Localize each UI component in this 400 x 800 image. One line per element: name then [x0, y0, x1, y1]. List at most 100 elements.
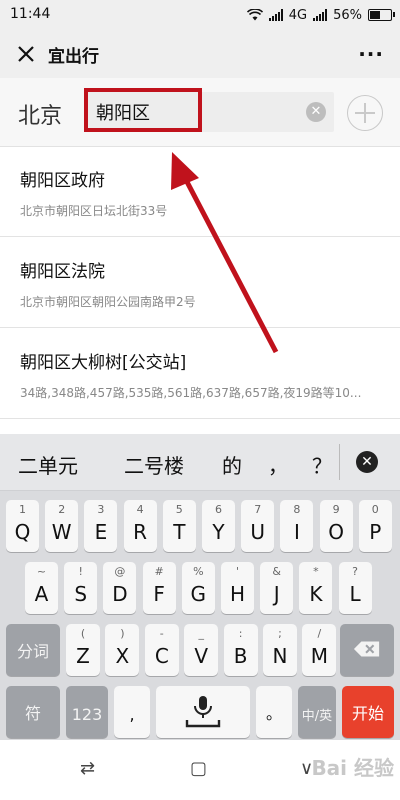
status-bar: 11:44 4G 56% [0, 0, 400, 30]
key-label: F [153, 582, 165, 606]
close-icon[interactable] [12, 40, 40, 68]
key-v[interactable]: _ V [184, 624, 219, 676]
key-f[interactable]: # F [142, 562, 176, 614]
key-m[interactable]: / M [302, 624, 337, 676]
result-name: 朝阳区大柳树[公交站] [20, 353, 187, 373]
list-item[interactable]: 朝阳区大柳树[公交站] 34路,348路,457路,535路,561路,637路… [0, 328, 400, 419]
key-t[interactable]: 5T [162, 500, 196, 552]
key-label: H [229, 582, 246, 606]
key-label: D [112, 582, 128, 606]
switch-icon[interactable]: ⇄ [80, 758, 95, 779]
key-label: G [190, 582, 207, 606]
close-candidates-icon[interactable]: ✕ [356, 451, 378, 473]
status-time: 11:44 [10, 6, 51, 22]
key-label: E [94, 520, 108, 544]
key-j[interactable]: & J [260, 562, 294, 614]
key-label: Y [212, 520, 225, 544]
key-label: S [74, 582, 88, 606]
key-secondary-label: ' [235, 565, 240, 578]
key-c[interactable]: -C [144, 624, 179, 676]
symbol-key[interactable]: 符 [6, 686, 60, 738]
key-u[interactable]: 7U [241, 500, 275, 552]
key-secondary-label: @ [114, 565, 126, 578]
signal-icon [268, 9, 283, 21]
result-address: 北京市朝阳区日坛北街33号 [20, 204, 168, 218]
candidate-word[interactable]: 的 [222, 450, 242, 479]
candidate-divider [339, 444, 340, 480]
key-z[interactable]: (Z [66, 624, 100, 676]
key-label: X [115, 644, 130, 668]
key-secondary-label: / [317, 627, 322, 640]
backspace-key[interactable] [340, 624, 394, 676]
key-label: R [133, 520, 148, 544]
network-type: 4G [288, 7, 308, 23]
key-i[interactable]: 8I [280, 500, 314, 552]
key-s[interactable]: ! S [64, 562, 98, 614]
key-label: C [154, 644, 169, 668]
key-d[interactable]: @ D [103, 562, 137, 614]
title-bar: 宜出行 ··· [0, 30, 400, 78]
key-secondary-label: # [154, 565, 164, 578]
wifi-icon [246, 9, 263, 21]
key-secondary-label: 1 [19, 503, 26, 516]
key-o[interactable]: 9O [319, 500, 353, 552]
key-y[interactable]: 6Y [202, 500, 235, 552]
language-switch-key[interactable]: 中/英 [298, 686, 336, 738]
key-secondary-label: 9 [332, 503, 340, 516]
home-square-icon[interactable]: ▢ [190, 758, 207, 779]
key-label: O [328, 520, 344, 544]
page-title: 宜出行 [48, 47, 99, 67]
candidate-word[interactable]: 二号楼 [124, 450, 184, 479]
key-b[interactable]: :B [223, 624, 258, 676]
soft-keyboard: 二单元 二号楼 的 ， ？ ✕ 1Q2W3E4R5T6Y7U8I9O0P ~ A!… [0, 434, 400, 740]
candidate-word[interactable]: ？ [312, 450, 332, 479]
key-k[interactable]: * K [299, 562, 333, 614]
key-label: K [309, 582, 323, 606]
system-nav-bar: ⇄ ▢ ∨ Bai 经验 [0, 740, 400, 800]
result-address: 北京市朝阳区朝阳公园南路甲2号 [20, 295, 196, 309]
key-label: L [349, 582, 361, 606]
candidate-word[interactable]: ， [268, 450, 288, 479]
key-label: A [34, 582, 49, 606]
key-secondary-label: 6 [215, 503, 222, 516]
more-menu-button[interactable]: ··· [358, 42, 384, 66]
key-label: T [173, 520, 186, 544]
key-label: M [310, 644, 329, 668]
key-label: B [233, 644, 248, 668]
key-secondary-label: * [313, 565, 319, 578]
comma-key[interactable]: , [114, 686, 150, 738]
result-name: 朝阳区政府 [20, 171, 105, 191]
add-button[interactable] [347, 95, 383, 131]
key-secondary-label: & [272, 565, 281, 578]
candidate-word[interactable]: 二单元 [18, 450, 78, 479]
key-p[interactable]: 0P [358, 500, 392, 552]
annotation-highlight-box [84, 88, 202, 132]
key-a[interactable]: ~ A [25, 562, 58, 614]
space-key[interactable] [156, 686, 250, 738]
key-n[interactable]: ; N [263, 624, 297, 676]
number-key[interactable]: 123 [66, 686, 108, 738]
key-secondary-label: 4 [136, 503, 144, 516]
list-item[interactable]: 朝阳区政府 北京市朝阳区日坛北街33号 [0, 146, 400, 237]
key-q[interactable]: 1Q [6, 500, 39, 552]
key-secondary-label: ! [78, 565, 83, 578]
key-r[interactable]: 4R [123, 500, 157, 552]
segment-key[interactable]: 分词 [6, 624, 60, 676]
city-selector[interactable]: 北京 [18, 98, 62, 130]
key-g[interactable]: % G [181, 562, 215, 614]
key-label: Z [76, 644, 90, 668]
list-item[interactable]: 朝阳区法院 北京市朝阳区朝阳公园南路甲2号 [0, 237, 400, 328]
key-w[interactable]: 2W [45, 500, 79, 552]
battery-percent: 56% [333, 7, 362, 23]
key-x[interactable]: ) X [105, 624, 140, 676]
period-key[interactable]: 。 [256, 686, 292, 738]
key-secondary-label: ? [352, 565, 359, 578]
signal-icon-2 [313, 9, 328, 21]
key-label: Q [14, 520, 31, 544]
go-key[interactable]: 开始 [342, 686, 394, 738]
key-l[interactable]: ? L [338, 562, 372, 614]
key-e[interactable]: 3E [84, 500, 118, 552]
clear-icon[interactable]: ✕ [306, 102, 326, 122]
key-h[interactable]: ' H [221, 562, 254, 614]
key-secondary-label: 3 [97, 503, 105, 516]
